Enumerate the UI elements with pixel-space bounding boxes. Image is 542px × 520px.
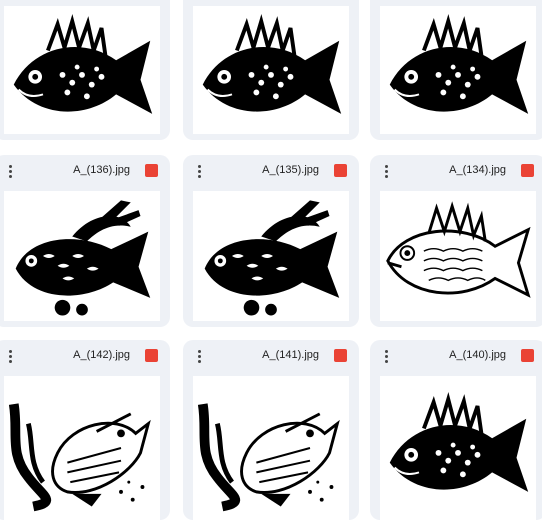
file-thumbnail	[380, 376, 536, 520]
image-file-icon	[145, 349, 158, 362]
file-thumbnail	[193, 376, 349, 520]
file-card-header: A_(142).jpg	[0, 340, 170, 372]
file-thumbnail	[4, 191, 160, 321]
file-card-header: A_(141).jpg	[183, 340, 359, 372]
file-card-header: A_(134).jpg	[370, 155, 542, 187]
file-card[interactable]: A_(136).jpg	[0, 155, 170, 327]
fish-illustration	[4, 6, 160, 134]
file-name: A_(141).jpg	[262, 349, 319, 361]
fish-illustration	[4, 376, 160, 520]
file-name: A_(135).jpg	[262, 164, 319, 176]
more-options-icon[interactable]	[4, 163, 16, 179]
file-thumbnail	[193, 191, 349, 321]
file-card[interactable]: A_(135).jpg	[183, 155, 359, 327]
fish-illustration	[380, 376, 536, 520]
file-name: A_(140).jpg	[449, 349, 506, 361]
image-file-icon	[145, 164, 158, 177]
image-file-icon	[334, 349, 347, 362]
fish-illustration	[380, 6, 536, 134]
file-card[interactable]	[183, 0, 359, 140]
file-name: A_(134).jpg	[449, 164, 506, 176]
file-thumbnail	[4, 6, 160, 134]
file-name: A_(142).jpg	[73, 349, 130, 361]
file-card[interactable]: A_(140).jpg	[370, 340, 542, 520]
file-thumbnail	[380, 6, 536, 134]
file-card-header: A_(135).jpg	[183, 155, 359, 187]
file-card[interactable]: A_(142).jpg	[0, 340, 170, 520]
fish-illustration	[4, 191, 160, 321]
fish-illustration	[380, 191, 536, 321]
more-options-icon[interactable]	[4, 348, 16, 364]
more-options-icon[interactable]	[193, 348, 205, 364]
fish-illustration	[193, 191, 349, 321]
fish-illustration	[193, 376, 349, 520]
fish-illustration	[193, 6, 349, 134]
file-card[interactable]: A_(141).jpg	[183, 340, 359, 520]
image-file-icon	[521, 349, 534, 362]
more-options-icon[interactable]	[380, 348, 392, 364]
image-file-icon	[334, 164, 347, 177]
file-card-header: A_(140).jpg	[370, 340, 542, 372]
file-thumbnail	[193, 6, 349, 134]
file-thumbnail	[4, 376, 160, 520]
more-options-icon[interactable]	[193, 163, 205, 179]
file-thumbnail	[380, 191, 536, 321]
more-options-icon[interactable]	[380, 163, 392, 179]
file-name: A_(136).jpg	[73, 164, 130, 176]
file-card[interactable]: A_(134).jpg	[370, 155, 542, 327]
image-file-icon	[521, 164, 534, 177]
file-card[interactable]	[370, 0, 542, 140]
file-card[interactable]	[0, 0, 170, 140]
file-card-header: A_(136).jpg	[0, 155, 170, 187]
